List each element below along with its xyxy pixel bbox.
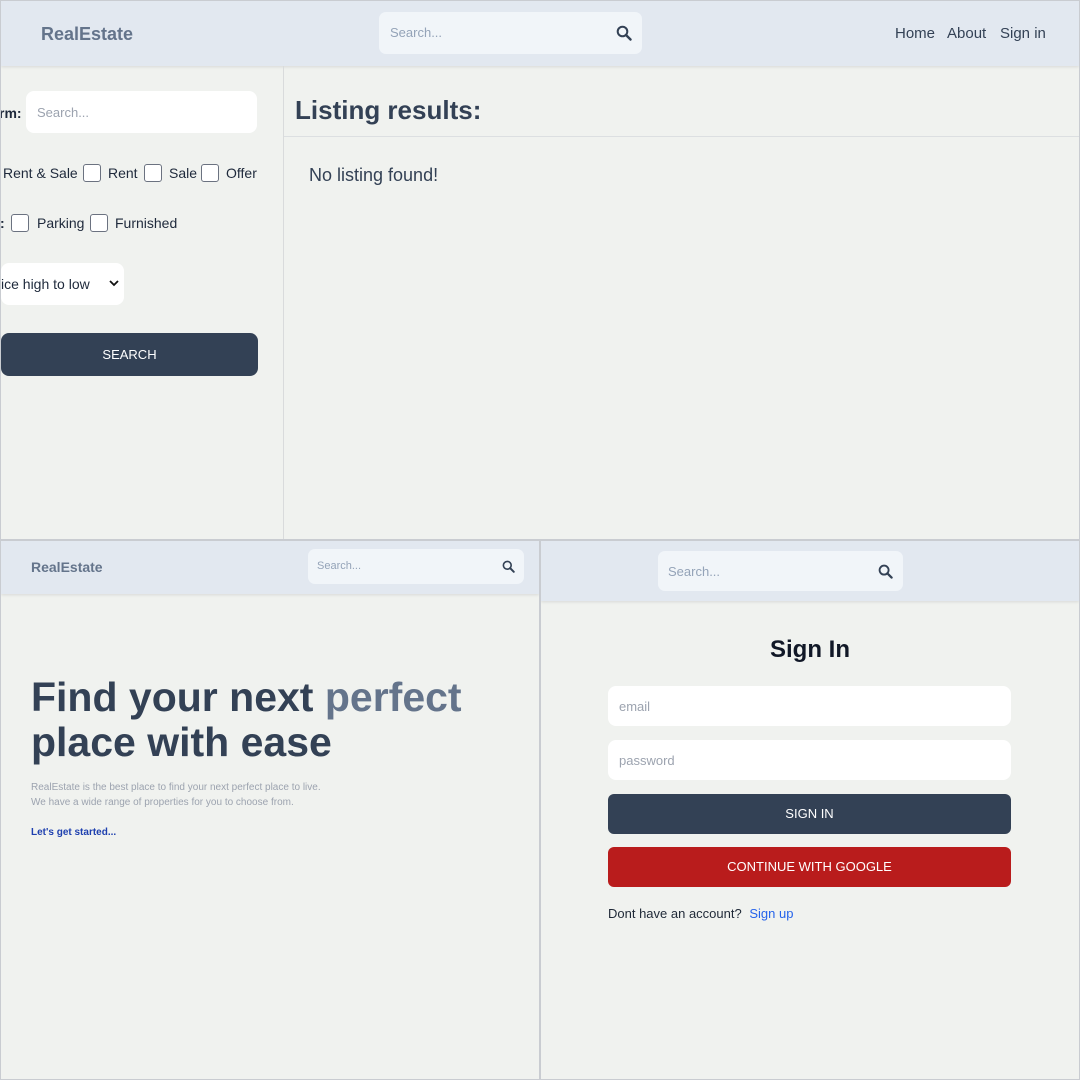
sort-select-value: ice high to low — [1, 276, 90, 292]
brand-logo[interactable]: RealEstate — [41, 24, 133, 45]
hero-heading-line2: place with ease — [31, 719, 332, 765]
amenities-label: : — [0, 215, 5, 231]
sort-select[interactable]: ice high to low — [1, 263, 124, 305]
hero-heading-part1: Find your next — [31, 674, 325, 720]
header: RealEstate Search... Home About Sign in — [1, 1, 1079, 66]
search-term-input[interactable]: Search... — [26, 91, 257, 133]
signin-title: Sign In — [770, 636, 850, 663]
header-search-input[interactable]: Search... — [379, 12, 642, 54]
nav-home[interactable]: Home — [895, 25, 935, 42]
search-page-panel: RealEstate Search... Home About Sign in … — [0, 0, 1080, 540]
password-placeholder: password — [619, 753, 675, 768]
sale-checkbox[interactable] — [144, 164, 162, 182]
header: Search... — [541, 541, 1079, 601]
sign-up-link[interactable]: Sign up — [749, 906, 793, 921]
search-placeholder: Search... — [668, 564, 721, 579]
password-field[interactable]: password — [608, 740, 1011, 780]
furnished-label: Furnished — [115, 215, 178, 231]
parking-checkbox[interactable] — [11, 214, 29, 232]
offer-checkbox[interactable] — [201, 164, 219, 182]
email-placeholder: email — [619, 699, 651, 714]
search-button[interactable]: SEARCH — [1, 333, 258, 376]
rent-and-sale-label: Rent & Sale — [3, 165, 78, 181]
search-term-placeholder: Search... — [37, 105, 90, 120]
hero-heading-highlight: perfect — [324, 674, 462, 720]
search-term-label: rm: — [0, 105, 22, 121]
search-icon[interactable] — [616, 25, 632, 41]
sale-label: Sale — [169, 165, 198, 181]
no-account-text: Dont have an account? — [608, 906, 742, 921]
nav-sign-in[interactable]: Sign in — [1000, 25, 1046, 42]
offer-label: Offer — [226, 165, 257, 181]
hero-description: RealEstate is the best place to find you… — [31, 780, 321, 810]
search-placeholder: Search... — [390, 25, 443, 40]
hero-description-line1: RealEstate is the best place to find you… — [31, 782, 321, 793]
get-started-link[interactable]: Let's get started... — [31, 827, 116, 838]
hero-heading: Find your next perfect place with ease — [31, 675, 462, 765]
hero-description-line2: We have a wide range of properties for y… — [31, 797, 294, 808]
chevron-down-icon — [109, 280, 119, 287]
signup-prompt: Dont have an account? Sign up — [608, 906, 793, 921]
home-page-panel: RealEstate Search... Find your next perf… — [0, 540, 540, 1080]
results-title: Listing results: — [295, 95, 482, 125]
empty-message: No listing found! — [309, 165, 439, 185]
header-search-input[interactable]: Search... — [658, 551, 903, 591]
rent-label: Rent — [108, 165, 138, 181]
header: RealEstate Search... — [1, 541, 539, 594]
nav-about[interactable]: About — [947, 25, 986, 42]
filter-sidebar: rm: Search... Rent & Sale Rent Sale Offe… — [0, 66, 284, 539]
header-search-input[interactable]: Search... — [308, 549, 524, 584]
furnished-checkbox[interactable] — [90, 214, 108, 232]
results-divider — [284, 136, 1079, 137]
search-placeholder: Search... — [317, 560, 362, 572]
search-icon[interactable] — [878, 564, 893, 579]
search-icon[interactable] — [502, 560, 515, 573]
brand-logo[interactable]: RealEstate — [31, 559, 103, 575]
email-field[interactable]: email — [608, 686, 1011, 726]
listing-results: Listing results: No listing found! — [284, 66, 1079, 539]
rent-checkbox[interactable] — [83, 164, 101, 182]
signin-page-panel: Search... Sign In email password SIGN IN… — [540, 540, 1080, 1080]
parking-label: Parking — [37, 215, 85, 231]
google-sign-in-button[interactable]: CONTINUE WITH GOOGLE — [608, 847, 1011, 887]
sign-in-button[interactable]: SIGN IN — [608, 794, 1011, 834]
